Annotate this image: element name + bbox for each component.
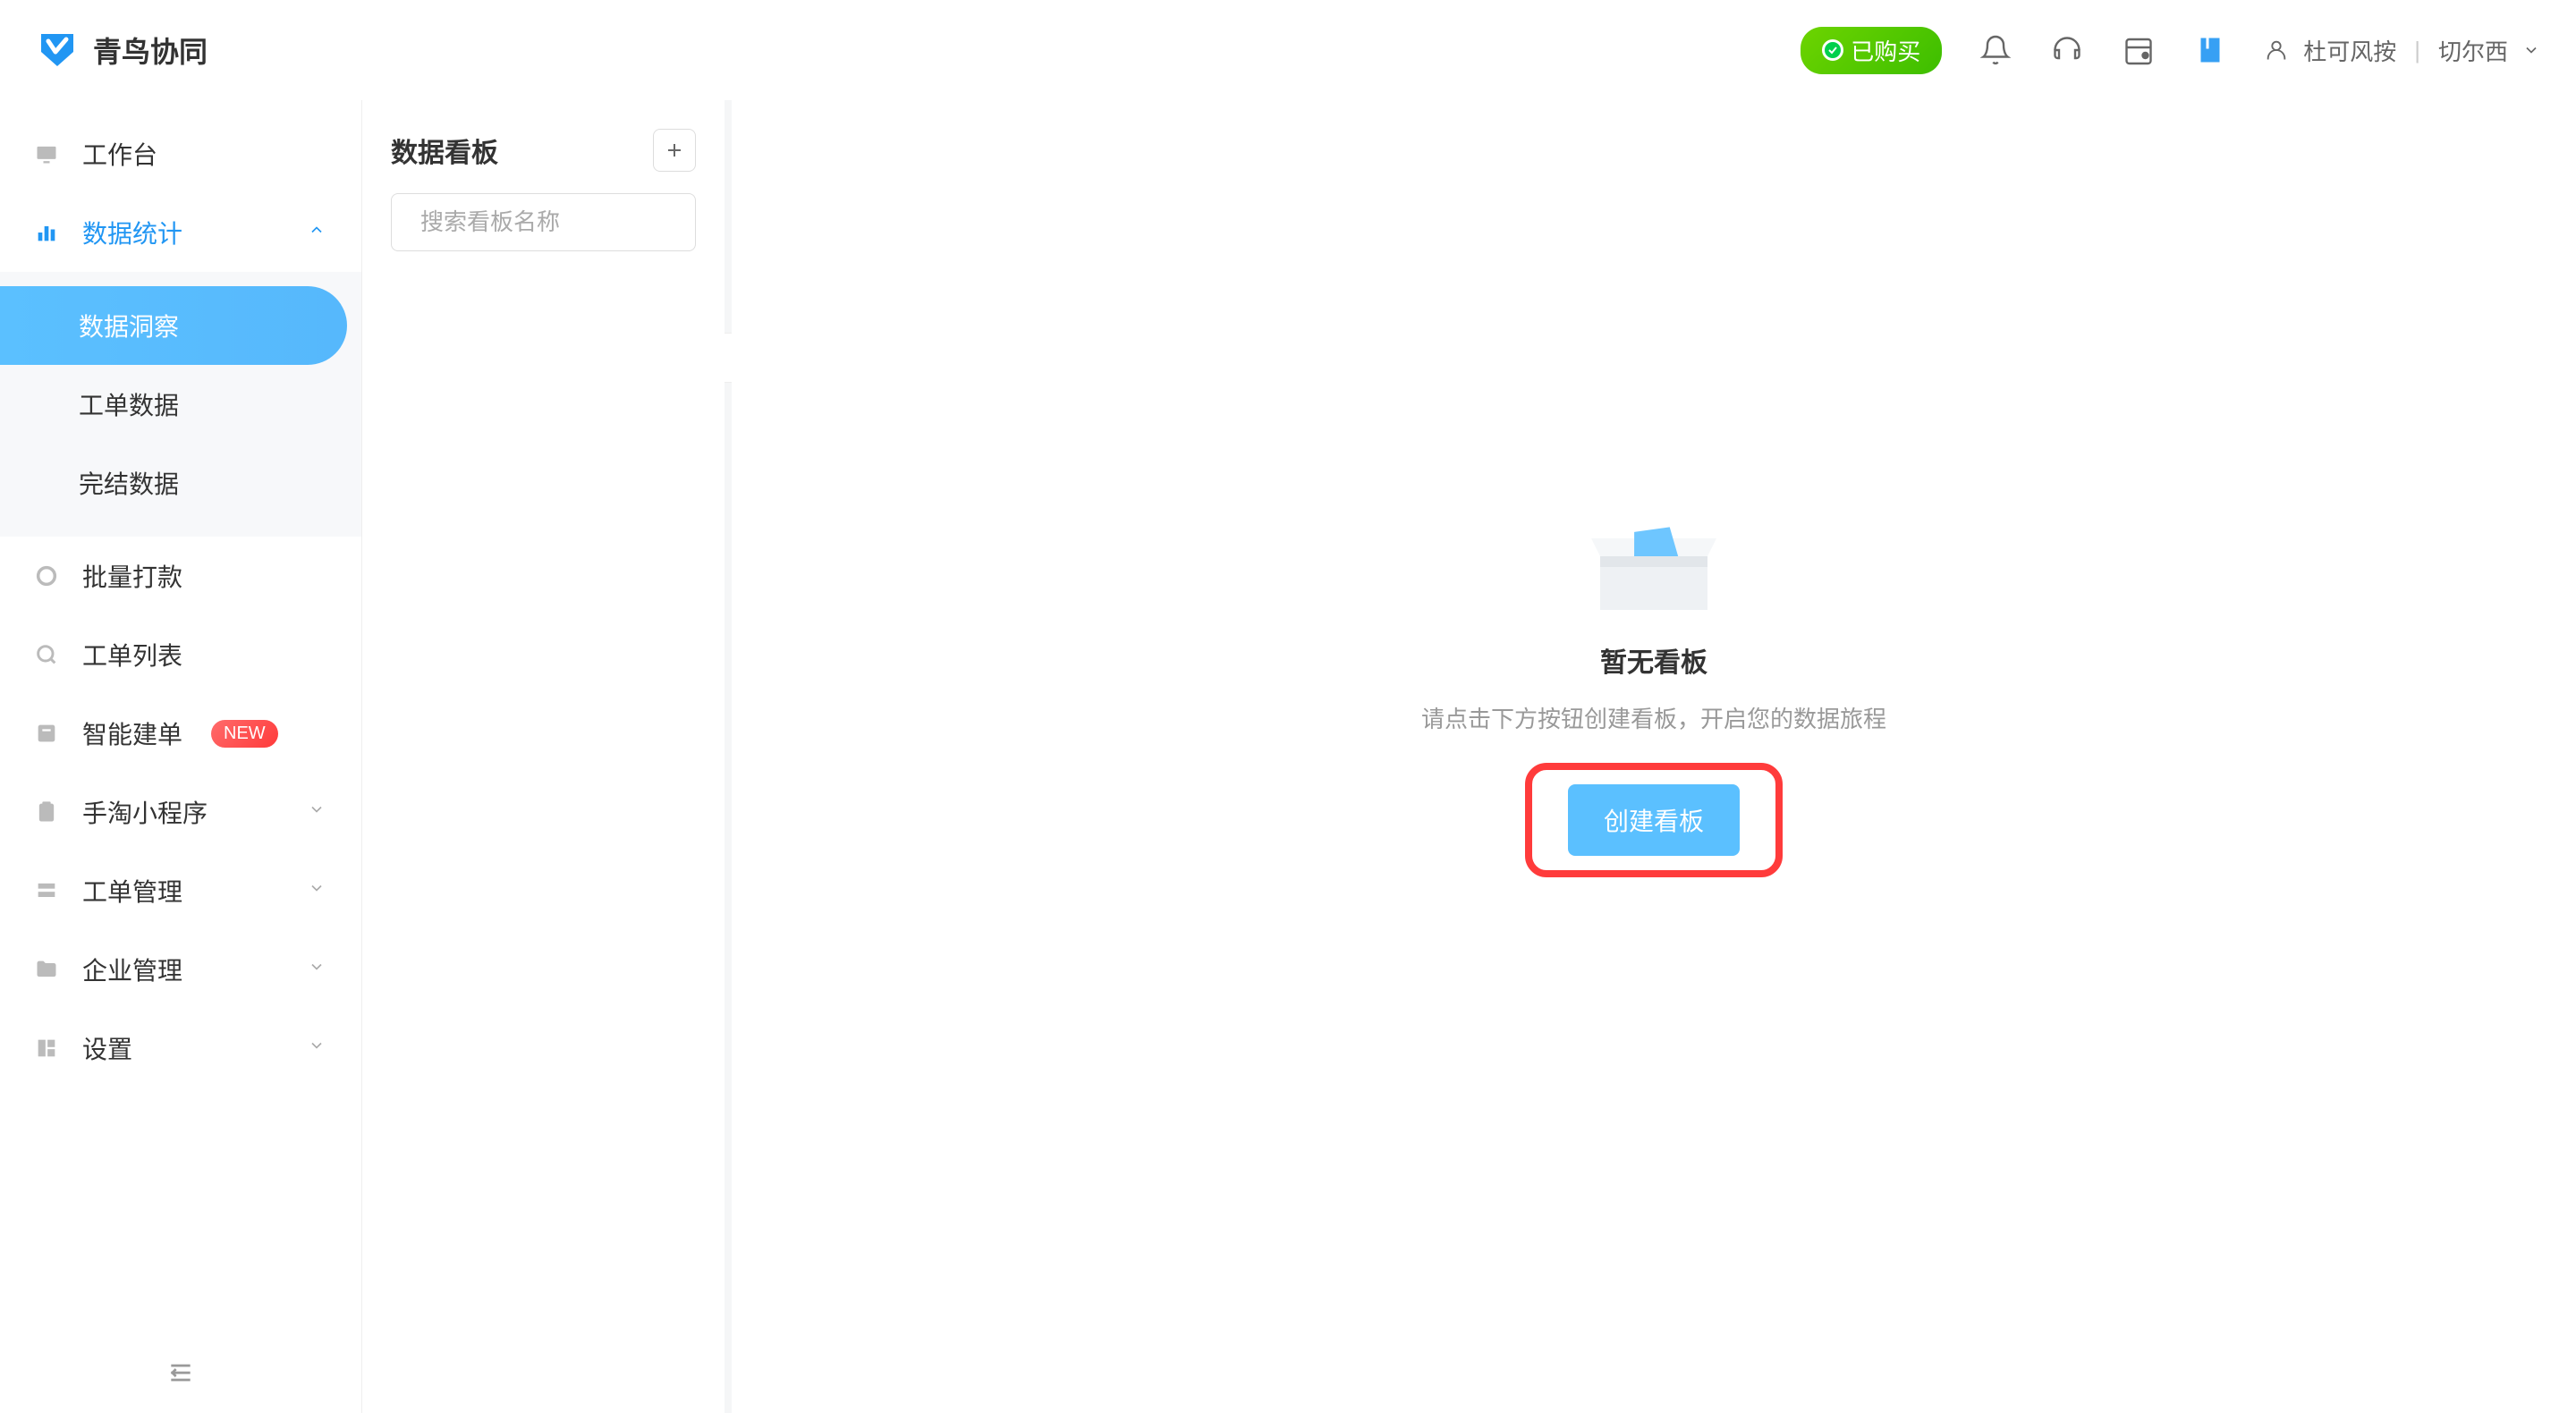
chevron-down-icon [2522,41,2540,59]
nav-label: 企业管理 [82,952,182,987]
nav-item-workbench[interactable]: 工作台 [0,114,361,193]
check-circle-icon [1822,39,1843,61]
add-dashboard-button[interactable] [653,129,696,172]
book-icon[interactable] [2192,32,2228,68]
purchased-label: 已购买 [1851,34,1920,67]
nav-item-batch-payment[interactable]: 批量打款 [0,537,361,615]
app-header: 青鸟协同 已购买 [0,0,2576,100]
nav-label: 工单管理 [82,873,182,909]
search-input[interactable] [420,208,720,236]
secondary-header: 数据看板 [391,129,696,172]
nav-item-statistics[interactable]: 数据统计 [0,193,361,272]
sub-nav-statistics: 数据洞察 工单数据 完结数据 [0,272,361,537]
sub-nav-insights[interactable]: 数据洞察 [0,286,347,365]
bell-icon[interactable] [1978,32,2013,68]
secondary-sidebar: 数据看板 [361,100,724,1413]
calendar-icon[interactable] [2121,32,2157,68]
circle-icon [32,562,61,590]
nav-item-ticket-list[interactable]: 工单列表 [0,615,361,694]
layers-icon [32,876,61,905]
nav-item-miniprogram[interactable]: 手淘小程序 [0,773,361,851]
nav-label: 设置 [82,1030,132,1066]
user-divider: | [2414,37,2420,64]
folder-icon [32,955,61,984]
nav-label: 批量打款 [82,558,182,594]
nav-item-ticket-manage[interactable]: 工单管理 [0,851,361,930]
chevron-down-icon [308,1036,326,1060]
clipboard-icon [32,798,61,826]
plus-icon [664,140,685,161]
headset-icon[interactable] [2049,32,2085,68]
main-content: 暂无看板 请点击下方按钮创建看板，开启您的数据旅程 创建看板 [732,100,2576,1413]
chevron-up-icon [308,221,326,244]
nav-item-smart-ticket[interactable]: 智能建单 NEW [0,694,361,773]
nav-label: 数据统计 [82,215,182,250]
header-actions: 已购买 [1801,27,2540,74]
sub-nav-ticket-data[interactable]: 工单数据 [0,365,361,444]
secondary-title: 数据看板 [391,131,498,170]
logo-text: 青鸟协同 [93,30,208,71]
collapse-sidebar-icon[interactable] [166,1358,195,1392]
nav-label: 智能建单 [82,715,182,751]
chevron-down-icon [308,958,326,981]
empty-description: 请点击下方按钮创建看板，开启您的数据旅程 [1421,701,1886,734]
create-button-highlight: 创建看板 [1525,763,1783,877]
create-dashboard-button[interactable]: 创建看板 [1568,784,1740,856]
new-badge: NEW [211,720,278,748]
chart-bar-icon [32,218,61,247]
purchased-badge[interactable]: 已购买 [1801,27,1942,74]
search-circle-icon [32,640,61,669]
logo-icon [36,29,79,72]
sub-nav-completed-data[interactable]: 完结数据 [0,444,361,522]
empty-title: 暂无看板 [1600,640,1707,680]
empty-illustration-icon [1582,494,1725,619]
user-icon [2264,38,2289,63]
nav-label: 工作台 [82,136,157,172]
nav-item-settings[interactable]: 设置 [0,1009,361,1087]
primary-sidebar: 工作台 数据统计 数据洞察 工单数据 [0,100,361,1413]
nav-label: 工单列表 [82,637,182,673]
chevron-down-icon [308,879,326,902]
user-org: 切尔西 [2438,34,2508,67]
nav-label: 手淘小程序 [82,794,208,830]
logo-area[interactable]: 青鸟协同 [36,29,208,72]
user-name: 杜可风按 [2303,34,2396,67]
doc-square-icon [32,719,61,748]
empty-state: 暂无看板 请点击下方按钮创建看板，开启您的数据旅程 创建看板 [1421,494,1886,877]
nav-item-enterprise[interactable]: 企业管理 [0,930,361,1009]
search-box[interactable] [391,193,696,251]
chevron-down-icon [308,800,326,824]
user-menu[interactable]: 杜可风按 | 切尔西 [2264,34,2540,67]
monitor-icon [32,140,61,168]
layout-icon [32,1034,61,1062]
